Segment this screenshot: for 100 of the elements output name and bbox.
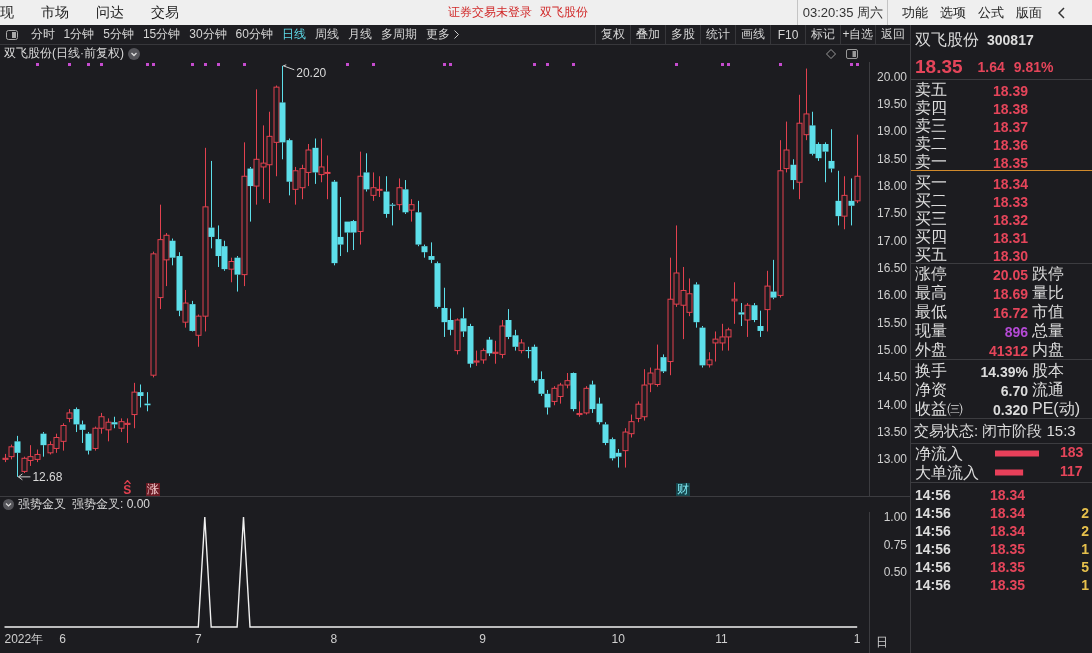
tick-price: 18.34 [990, 505, 1027, 521]
tick-volume: 1 [1080, 541, 1090, 557]
order-price: 18.39 [991, 82, 1028, 99]
axis-label: 1.00 [883, 512, 907, 524]
stat-value: 20.05 [991, 266, 1028, 283]
toolbar-button[interactable]: 多股 [665, 25, 700, 44]
axis-label: 15.00 [876, 343, 907, 358]
toolbar-button[interactable]: F10 [770, 25, 805, 44]
menu-item[interactable]: 选项 [940, 3, 966, 22]
sidebar-toggle-icon[interactable] [6, 29, 18, 40]
period-tab[interactable]: 多周期 [376, 26, 422, 43]
chevron-left-icon[interactable] [1058, 6, 1065, 19]
order-price: 18.31 [991, 229, 1028, 246]
toolbar-button[interactable]: 复权 [595, 25, 630, 44]
tick-time: 14:56 [915, 559, 952, 575]
menu-item[interactable]: 公式 [978, 3, 1004, 22]
menu-item[interactable]: 版面 [1016, 3, 1042, 22]
stat-label: 跌停 [1031, 264, 1065, 284]
axis-label: 17.50 [876, 206, 907, 221]
axis-label: 18.50 [876, 151, 907, 166]
period-tab[interactable]: 1分钟 [59, 26, 99, 43]
period-tab[interactable]: 日线 [277, 26, 311, 43]
axis-label: 0.50 [883, 565, 907, 579]
price-change: 1.64 [977, 59, 1005, 75]
period-tab[interactable]: 分时 [26, 26, 59, 43]
axis-label: 9 [479, 632, 486, 646]
toolbar-button[interactable]: 标记 [805, 25, 840, 44]
dropdown-icon[interactable] [128, 47, 140, 60]
axis-label: 13.50 [876, 425, 907, 440]
stat-label: 最低 [915, 302, 948, 322]
menu-item[interactable]: 问达 [96, 3, 124, 22]
axis-label: 7 [194, 632, 202, 646]
stat-label: 量比 [1031, 283, 1065, 303]
login-status: 证券交易未登录 [448, 4, 532, 21]
pointer-line-icon [282, 64, 295, 71]
stat-value: 18.69 [991, 285, 1028, 302]
period-tab[interactable]: 月线 [343, 26, 377, 43]
period-tab[interactable]: 周线 [310, 26, 344, 43]
tick-time: 14:56 [915, 541, 952, 557]
order-level-label: 买二 [915, 191, 948, 211]
menu-item[interactable]: 市场 [41, 3, 69, 22]
finance-tag: 财 [675, 483, 690, 496]
stat-label: 总量 [1031, 321, 1065, 341]
stat-label: 内盘 [1031, 340, 1065, 360]
period-tab[interactable]: 60分钟 [231, 26, 278, 43]
order-price: 18.36 [991, 136, 1028, 153]
toolbar-button[interactable]: +自选 [840, 25, 875, 44]
toolbar-button[interactable]: 统计 [700, 25, 735, 44]
flow-label: 净流入 [915, 444, 964, 463]
dropdown-icon[interactable] [3, 499, 14, 510]
menu-item[interactable]: 交易 [151, 3, 179, 22]
stat-value: 896 [1003, 323, 1028, 340]
diamond-icon[interactable] [826, 48, 836, 59]
last-price: 18.35 [915, 56, 963, 78]
tick-volume: 2 [1080, 523, 1090, 539]
order-price: 18.32 [991, 211, 1028, 228]
axis-label: 8 [330, 632, 338, 646]
toolbar-button[interactable]: 画线 [735, 25, 770, 44]
tick-volume: 2 [1080, 505, 1090, 521]
stat-label: 股本 [1031, 361, 1065, 381]
period-tab[interactable]: 30分钟 [184, 26, 232, 43]
more-button[interactable]: 更多 [421, 26, 464, 43]
stat-label: 收益㈢ [915, 399, 964, 419]
tick-volume: 1 [1080, 577, 1090, 593]
flow-label: 大单流入 [915, 463, 980, 482]
order-level-label: 买五 [915, 245, 948, 265]
menu-item[interactable]: 现 [0, 3, 14, 22]
order-level-label: 买三 [915, 209, 948, 229]
axis-label: 20.00 [876, 69, 907, 84]
indicator-value: 强势金叉: 0.00 [72, 496, 151, 513]
chart-title: 双飞股份(日线·前复权) [4, 45, 124, 62]
limit-up-tag: 涨 [146, 483, 161, 496]
stat-value: 0.320 [991, 401, 1028, 418]
period-tab[interactable]: 15分钟 [138, 26, 185, 43]
flow-bar [995, 450, 1039, 457]
order-level-label: 卖四 [915, 98, 948, 118]
period-tab[interactable]: 5分钟 [98, 26, 139, 43]
axis-label: 19.00 [876, 124, 907, 139]
tick-volume: 5 [1080, 559, 1090, 575]
stat-value: 14.39% [979, 363, 1028, 380]
panel-toggle-icon[interactable] [846, 48, 858, 59]
order-price: 18.34 [991, 175, 1028, 192]
caret-up-icon [123, 480, 131, 484]
menu-item[interactable]: 功能 [902, 3, 928, 22]
order-level-label: 卖三 [915, 116, 948, 136]
order-price: 18.35 [991, 154, 1028, 171]
toolbar-button[interactable]: 叠加 [630, 25, 665, 44]
order-level-label: 卖二 [915, 134, 948, 154]
axis-label: 13.00 [876, 452, 907, 467]
order-level-label: 卖五 [915, 80, 948, 100]
stat-label: 外盘 [915, 340, 948, 360]
tick-time: 14:56 [915, 577, 952, 593]
stat-label: PE(动) [1031, 399, 1081, 419]
stock-name: 双飞股份 [540, 4, 588, 21]
order-price: 18.37 [991, 118, 1028, 135]
flow-bar [995, 469, 1024, 476]
axis-label: 14.50 [876, 370, 907, 385]
tick-time: 14:56 [915, 523, 952, 539]
flow-value: 183 [1059, 444, 1085, 462]
stat-label: 流通 [1031, 380, 1065, 400]
